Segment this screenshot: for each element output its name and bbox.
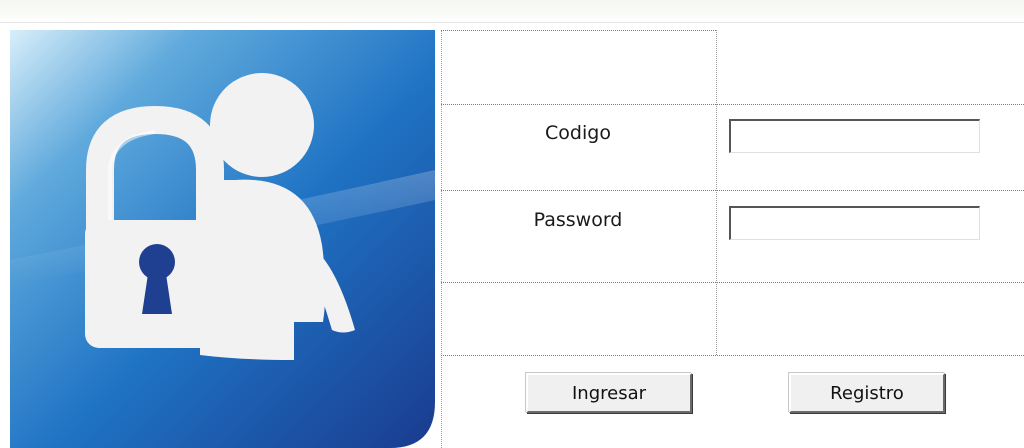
password-input[interactable] [729, 206, 980, 240]
user-lock-icon [10, 30, 435, 448]
image-cell-border [441, 30, 442, 448]
login-image [10, 30, 440, 448]
table-row-divider [441, 30, 716, 31]
registro-button[interactable]: Registro [789, 373, 945, 413]
codigo-input[interactable] [729, 119, 980, 153]
ingresar-button[interactable]: Ingresar [526, 373, 692, 413]
codigo-label: Codigo [545, 122, 611, 144]
table-row-divider [441, 282, 1024, 283]
password-label: Password [533, 209, 623, 231]
table-row-divider [441, 104, 1024, 105]
table-column-divider [716, 30, 717, 355]
table-row-divider [441, 190, 1024, 191]
table-row-divider [441, 355, 1024, 356]
top-banner-strip [0, 0, 1024, 22]
top-divider [0, 22, 1024, 23]
